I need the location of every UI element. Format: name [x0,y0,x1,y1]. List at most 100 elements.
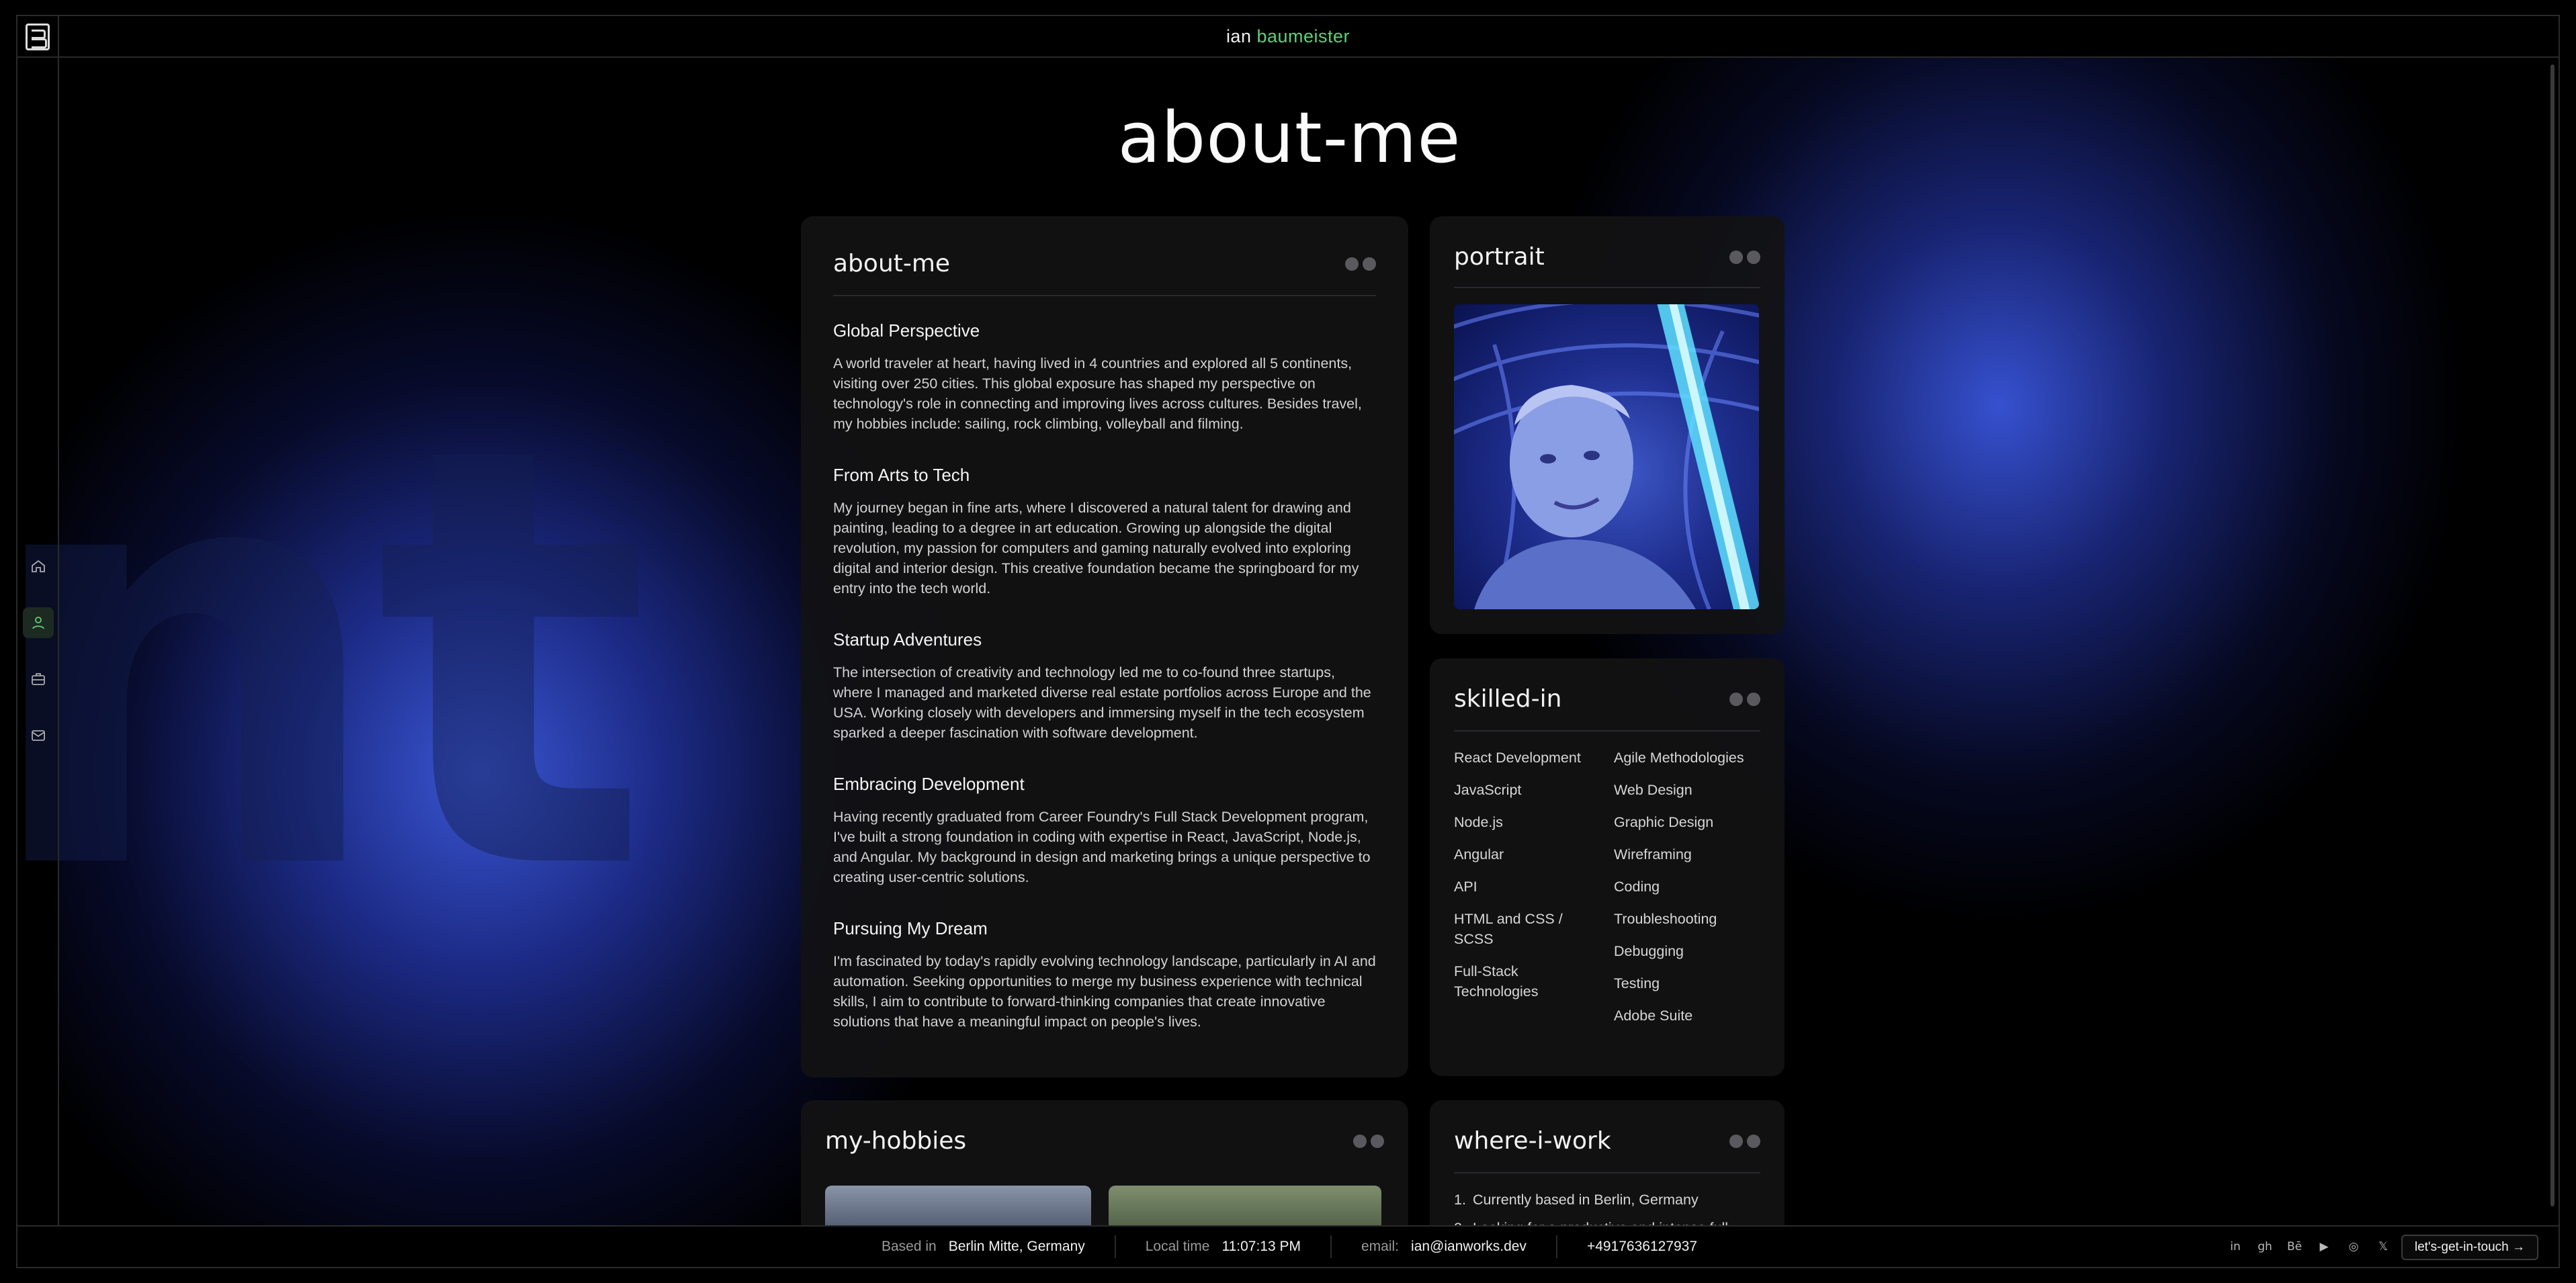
sidebar-item-about[interactable] [23,607,54,638]
skill-item: Coding [1614,879,1660,895]
about-section-startup: Startup Adventures The intersection of c… [833,629,1376,743]
top-bar: ian baumeister [17,16,2559,58]
phone-link[interactable]: +4917636127937 [1587,1239,1697,1255]
window-dots [1729,1134,1760,1148]
contact-cta-button[interactable]: let's-get-in-touch → [2401,1235,2538,1260]
dot-icon [1747,250,1760,264]
page-title: about-me [1117,97,1461,179]
linkedin-icon[interactable]: in [2228,1239,2243,1254]
skill-item: HTML and CSS / SCSS [1454,911,1563,947]
skill-column-right: Agile Methodologies Web Design Graphic D… [1614,748,1760,1026]
section-title: Embracing Development [833,774,1025,794]
portrait-illustration [1454,304,1759,609]
about-section-arts: From Arts to Tech My journey began in fi… [833,465,1376,599]
sidebar [17,58,59,1227]
footer-phone: +4917636127937 [1557,1235,1727,1258]
section-body: I'm fascinated by today's rapidly evolvi… [833,953,1376,1030]
brand-first-name: ian [1226,26,1252,46]
skill-item: Wireframing [1614,846,1692,862]
skill-item: Testing [1614,975,1660,991]
section-title: Startup Adventures [833,629,982,650]
portrait-card-title: portrait [1454,243,1545,271]
app-frame: nt ian baumeister about-me about-me Glob… [16,15,2560,1268]
scroll-thumb[interactable] [2550,64,2554,1206]
dot-icon [1345,257,1359,271]
location-value: Berlin Mitte, Germany [948,1239,1085,1254]
where-card-header: where-i-work [1454,1127,1760,1174]
about-section-development: Embracing Development Having recently gr… [833,774,1376,887]
about-card-header: about-me [833,250,1376,296]
skills-card-title: skilled-in [1454,685,1562,713]
background-word: nt [16,324,651,997]
dot-icon [1729,692,1743,706]
dot-icon [1729,250,1743,264]
skill-item: React Development [1454,750,1581,766]
brand-last-name: baumeister [1256,26,1350,46]
skills-card-header: skilled-in [1454,685,1760,732]
list-text: Currently based in Berlin, Germany [1472,1192,1699,1208]
window-dots [1353,1134,1384,1148]
time-value: 11:07:13 PM [1221,1239,1301,1254]
dot-icon [1353,1134,1367,1148]
hobbies-card-header: my-hobbies [825,1127,1384,1155]
footer-location: Based in Berlin Mitte, Germany [852,1235,1116,1258]
skill-item: Graphic Design [1614,814,1714,830]
section-body: The intersection of creativity and techn… [833,664,1371,741]
hobbies-card-title: my-hobbies [825,1127,967,1155]
logo[interactable] [17,16,59,58]
scrollbar[interactable] [2549,64,2556,1220]
time-label: Local time [1145,1239,1210,1254]
about-card-title: about-me [833,250,951,277]
about-section-dream: Pursuing My Dream I'm fascinated by toda… [833,918,1376,1032]
email-label: email: [1361,1239,1400,1254]
mail-icon [32,730,45,741]
sidebar-item-home[interactable] [23,551,54,582]
skills-card: skilled-in React Development JavaScript … [1430,658,1785,1076]
skill-item: Adobe Suite [1614,1008,1693,1024]
skill-item: Web Design [1614,782,1692,798]
portrait-card-header: portrait [1454,243,1760,288]
instagram-icon[interactable]: ◎ [2346,1239,2361,1254]
footer: Based in Berlin Mitte, Germany Local tim… [17,1225,2559,1267]
footer-email: email: ian@ianworks.dev [1332,1235,1557,1258]
dot-icon [1371,1134,1384,1148]
dot-icon [1363,257,1376,271]
dot-icon [1747,692,1760,706]
briefcase-icon [32,673,45,685]
portrait-photo [1454,304,1759,609]
where-card-title: where-i-work [1454,1127,1611,1155]
section-title: Global Perspective [833,320,980,341]
skill-item: Full-Stack Technologies [1454,963,1539,1000]
youtube-icon[interactable]: ▶ [2317,1239,2331,1254]
x-icon[interactable]: 𝕏 [2376,1239,2391,1254]
skill-item: Debugging [1614,943,1684,959]
portrait-card: portrait [1430,216,1785,634]
skill-grid: React Development JavaScript Node.js Ang… [1454,748,1760,1026]
home-icon [32,560,45,572]
email-link[interactable]: ian@ianworks.dev [1411,1239,1527,1255]
section-body: My journey began in fine arts, where I d… [833,500,1359,596]
window-dots [1729,692,1760,706]
section-body: Having recently graduated from Career Fo… [833,809,1371,885]
section-title: From Arts to Tech [833,465,970,485]
footer-time: Local time 11:07:13 PM [1116,1235,1332,1258]
sidebar-item-work[interactable] [23,664,54,695]
dot-icon [1729,1134,1743,1148]
dot-icon [1747,1134,1760,1148]
footer-info: Based in Berlin Mitte, Germany Local tim… [17,1227,2559,1267]
brand-name[interactable]: ian baumeister [1226,26,1350,47]
behance-icon[interactable]: Bē [2287,1239,2302,1254]
skill-item: API [1454,879,1477,895]
github-icon[interactable]: gh [2258,1239,2272,1254]
section-body: A world traveler at heart, having lived … [833,355,1362,432]
section-title: Pursuing My Dream [833,918,988,938]
location-label: Based in [881,1239,937,1254]
skill-item: Troubleshooting [1614,911,1717,927]
skill-column-left: React Development JavaScript Node.js Ang… [1454,748,1600,1026]
skill-item: Node.js [1454,814,1503,830]
skill-item: JavaScript [1454,782,1522,798]
skill-item: Angular [1454,846,1504,862]
sidebar-item-contact[interactable] [23,720,54,751]
window-dots [1345,257,1376,271]
list-number: 1. [1454,1192,1466,1208]
